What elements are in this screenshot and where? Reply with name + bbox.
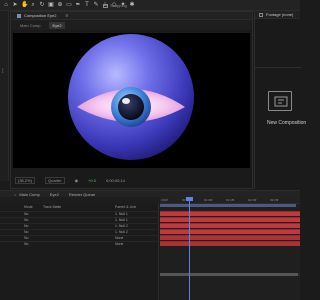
viewer-controls: (36.2%) Quarter ◉ +0.0 0;00;00;14 <box>13 176 250 184</box>
layer-track-bar[interactable] <box>160 235 300 240</box>
layer-row[interactable]: No 1. Null 2 <box>0 223 159 228</box>
timeline-tab-render-queue[interactable]: Render Queue <box>69 192 95 197</box>
layer-track-bar[interactable] <box>160 217 300 222</box>
ruler-label: 0:00f <box>161 198 168 202</box>
panel-grip-icon[interactable]: ⁞ <box>2 69 4 75</box>
layer-row[interactable]: No None <box>0 235 159 240</box>
track-matte-column-header[interactable]: Track Matte <box>43 205 61 209</box>
tab-main-comp[interactable]: Main Comp <box>17 22 43 29</box>
layer-row[interactable]: No 1. Null 2 <box>0 229 159 234</box>
left-panel-strip: ⁞ <box>0 11 9 181</box>
zoom-tool-icon[interactable]: ⌕ <box>30 2 36 8</box>
camera-snapshot-icon[interactable]: ◉ <box>75 178 79 183</box>
layer-mode[interactable]: No <box>24 218 28 222</box>
layer-track-bar[interactable] <box>160 223 300 228</box>
close-icon[interactable]: × <box>14 192 16 197</box>
layer-parent[interactable]: None <box>115 242 123 246</box>
layer-parent[interactable]: 1. Null 1 <box>115 218 128 222</box>
resolution-dropdown[interactable]: Quarter <box>45 176 65 184</box>
panel-divider <box>255 67 301 68</box>
new-composition-icon-glyph <box>274 96 288 107</box>
composition-icon <box>17 13 21 18</box>
ruler-label: 01:00f <box>204 198 213 202</box>
layer-mode[interactable]: No <box>24 212 28 216</box>
layer-parent[interactable]: 1. Null 2 <box>115 230 128 234</box>
composition-panel-title: Composition Eye2 <box>24 13 57 18</box>
zoom-dropdown[interactable]: (36.2%) <box>15 176 36 184</box>
layer-mode[interactable]: No <box>24 236 28 240</box>
work-area-bar[interactable] <box>160 204 296 207</box>
brush-tool-icon[interactable]: ✎ <box>93 2 99 8</box>
layer-track-bar[interactable] <box>160 229 300 234</box>
composition-viewer[interactable] <box>13 33 250 168</box>
layer-parent[interactable]: 1. Null 1 <box>115 212 128 216</box>
composition-panel: Composition Eye2 ≡ Main Comp Eye2 (36.2%… <box>10 11 253 189</box>
exposure-value[interactable]: +0.0 <box>88 178 96 183</box>
pen-tool-icon[interactable]: ✒ <box>75 2 81 8</box>
timeline-tab-main-comp-label: Main Comp <box>19 191 40 197</box>
layer-parent[interactable]: None <box>115 236 123 240</box>
current-time[interactable]: 0;00;00;14 <box>106 178 125 183</box>
footage-icon <box>259 12 263 17</box>
new-composition-label[interactable]: New Composition <box>267 120 306 126</box>
timeline-tracks[interactable]: 0:00f 00:15f 01:00f 01:15f 02:00f 02:15f <box>160 197 300 300</box>
eye-artwork <box>68 34 194 160</box>
layer-panel: Mode Track Matte Parent & Link No 1. Nul… <box>0 204 159 300</box>
timeline-tab-eye2[interactable]: Eye2 <box>50 192 59 197</box>
layer-parent[interactable]: 1. Null 2 <box>115 224 128 228</box>
snapping-checkbox-icon <box>103 3 108 8</box>
layer-row[interactable]: No 1. Null 1 <box>0 217 159 222</box>
snapping-toggle[interactable]: Snapping <box>103 3 127 8</box>
layer-mode[interactable]: No <box>24 230 28 234</box>
project-panel-header: Footage (none) <box>255 11 300 19</box>
mode-column-header[interactable]: Mode <box>24 205 33 209</box>
playhead-line[interactable] <box>189 197 190 300</box>
composition-tabs: Main Comp Eye2 <box>11 20 252 30</box>
project-panel: Footage (none) New Composition <box>254 11 306 189</box>
eye-highlight <box>122 98 130 104</box>
timeline-scrollbar[interactable] <box>160 273 300 276</box>
home-icon[interactable]: ⌂ <box>3 2 9 8</box>
pan-behind-tool-icon[interactable]: ⊕ <box>57 2 63 8</box>
parent-column-header[interactable]: Parent & Link <box>115 205 136 209</box>
project-panel-title: Footage (none) <box>266 12 294 17</box>
new-composition-icon[interactable] <box>268 91 292 111</box>
layer-row[interactable]: No None <box>0 241 159 246</box>
tools-toolbar: ⌂ ➤ ✋ ⌕ ↻ ▣ ⊕ ▭ ✒ T ✎ ⊥ ◇ ✦ ✱ Snapping <box>0 0 300 11</box>
camera-tool-icon[interactable]: ▣ <box>48 2 54 8</box>
time-ruler[interactable]: 0:00f 00:15f 01:00f 01:15f 02:00f 02:15f <box>160 197 300 204</box>
layer-mode[interactable]: No <box>24 242 28 246</box>
type-tool-icon[interactable]: T <box>84 2 90 8</box>
layer-mode[interactable]: No <box>24 224 28 228</box>
composition-panel-header: Composition Eye2 ≡ <box>11 12 252 20</box>
snapping-label: Snapping <box>110 3 127 8</box>
scrollbar-thumb[interactable] <box>160 273 298 276</box>
timeline-tabs: × Main Comp Eye2 Render Queue <box>0 190 300 197</box>
pupil <box>118 94 144 120</box>
selection-tool-icon[interactable]: ➤ <box>12 2 18 8</box>
ruler-label: 02:15f <box>270 198 279 202</box>
hand-tool-icon[interactable]: ✋ <box>21 2 28 8</box>
rectangle-tool-icon[interactable]: ▭ <box>66 2 72 8</box>
panel-menu-icon[interactable]: ≡ <box>65 13 68 19</box>
rotate-tool-icon[interactable]: ↻ <box>39 2 45 8</box>
timeline-tab-main-comp[interactable]: × Main Comp <box>14 192 40 197</box>
layer-row[interactable]: No 1. Null 1 <box>0 211 159 216</box>
ruler-label: 01:15f <box>226 198 235 202</box>
layer-track-bar[interactable] <box>160 241 300 246</box>
layer-column-headers: Mode Track Matte Parent & Link <box>0 204 159 210</box>
playhead-handle[interactable] <box>186 197 193 201</box>
layer-track-bar[interactable] <box>160 211 300 216</box>
puppet-tool-icon[interactable]: ✱ <box>129 2 135 8</box>
ruler-label: 02:00f <box>248 198 257 202</box>
tab-eye2[interactable]: Eye2 <box>49 21 65 29</box>
